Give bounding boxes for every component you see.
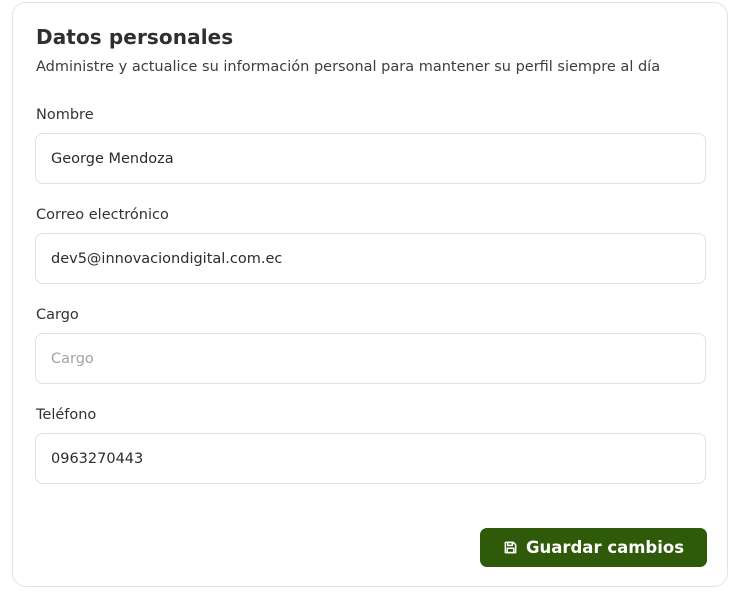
email-input[interactable] [35,233,706,284]
position-input[interactable] [35,333,706,384]
name-input[interactable] [35,133,706,184]
personal-data-card: Datos personales Administre y actualice … [12,2,728,587]
phone-input[interactable] [35,433,706,484]
save-button[interactable]: Guardar cambios [480,528,707,567]
section-subtitle: Administre y actualice su información pe… [36,59,661,75]
section-title: Datos personales [36,25,234,49]
phone-label: Teléfono [36,407,97,423]
save-button-label: Guardar cambios [525,538,685,557]
save-icon [503,540,518,555]
position-label: Cargo [36,307,79,323]
email-label: Correo electrónico [36,207,169,223]
name-label: Nombre [36,107,94,123]
